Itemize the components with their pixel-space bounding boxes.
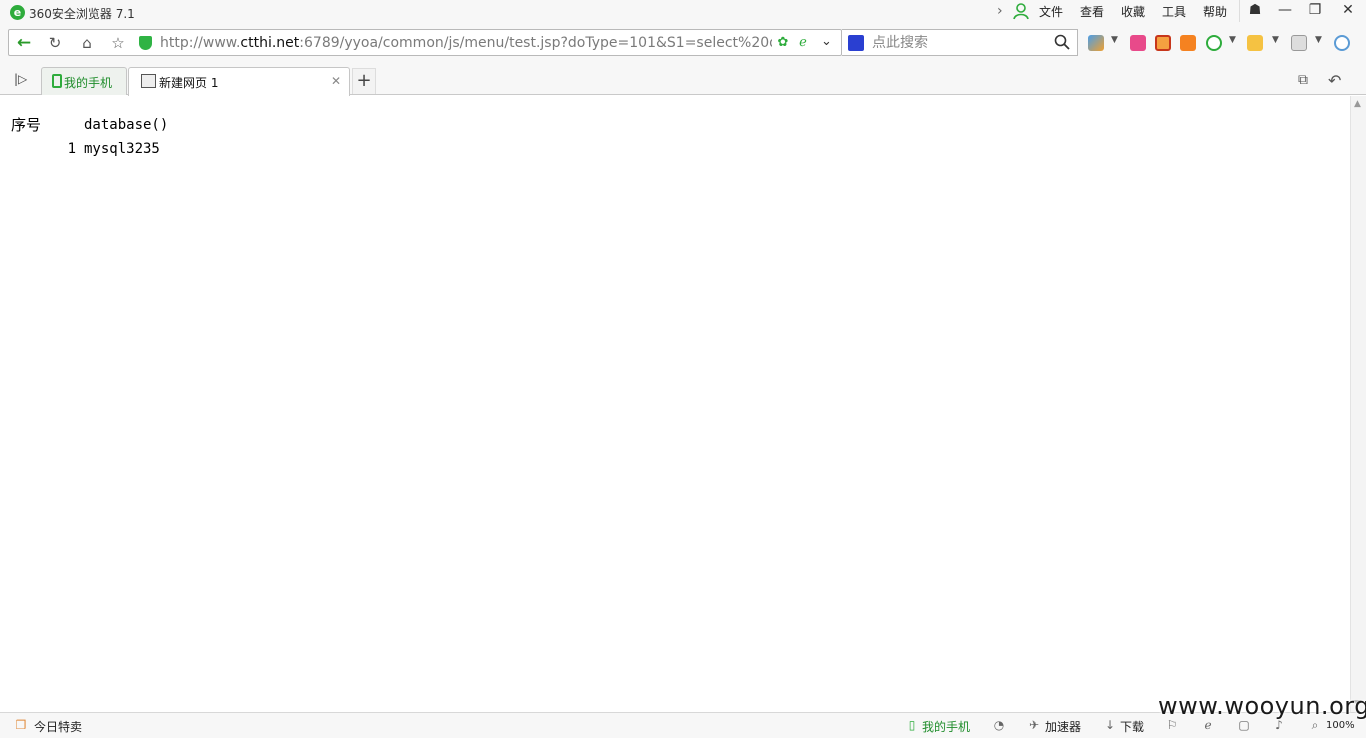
- download-arrow-icon[interactable]: ↓: [1103, 718, 1117, 732]
- tab-new-page[interactable]: 新建网页 1 ✕: [128, 67, 350, 96]
- gift-icon[interactable]: ❒: [14, 718, 28, 732]
- speedometer-icon[interactable]: ◔: [992, 718, 1006, 732]
- favorite-star-icon[interactable]: ☆: [107, 33, 129, 53]
- translate-icon[interactable]: [1155, 35, 1171, 51]
- page-content: 序号 database() 1 mysql3235: [0, 96, 1350, 712]
- refresh-icon[interactable]: ↻: [44, 33, 66, 53]
- rocket-icon[interactable]: ✈: [1027, 718, 1041, 732]
- url-prefix: http://www.: [160, 35, 241, 51]
- phone-icon[interactable]: ▯: [905, 718, 919, 732]
- menu-favorites[interactable]: 收藏: [1121, 3, 1145, 20]
- sidebar-toggle-icon[interactable]: |▷: [14, 72, 27, 86]
- phone-icon: [52, 74, 62, 88]
- table-cell-database: mysql3235: [84, 141, 160, 157]
- daily-deals-link[interactable]: 今日特卖: [34, 718, 82, 735]
- dropdown-chevron-icon[interactable]: ⌄: [821, 34, 841, 49]
- back-icon[interactable]: ←: [13, 33, 35, 53]
- dropdown-caret-icon[interactable]: ▼: [1272, 35, 1279, 45]
- url-path: :6789/yyoa/common/js/menu/test.jsp?doTyp…: [299, 35, 772, 51]
- window-controls: ☗ — ❐ ✕: [1239, 0, 1366, 22]
- tab-my-phone[interactable]: 我的手机: [41, 67, 127, 95]
- undo-close-tab-icon[interactable]: ↶: [1328, 71, 1341, 90]
- home-icon[interactable]: ⌂: [76, 33, 98, 53]
- browser-logo-icon: e: [10, 5, 25, 20]
- tab-list-icon[interactable]: ⧉: [1298, 72, 1308, 88]
- window-title: 360安全浏览器 7.1: [29, 7, 135, 21]
- close-tab-icon[interactable]: ✕: [331, 74, 341, 88]
- scroll-up-arrow-icon[interactable]: ▲: [1354, 99, 1361, 109]
- address-bar[interactable]: ← ↻ ⌂ ☆ http://www.ctthi.net:6789/yyoa/c…: [8, 29, 842, 56]
- user-account-icon[interactable]: [1013, 3, 1029, 20]
- my-phone-link[interactable]: 我的手机: [922, 718, 970, 735]
- menu-view[interactable]: 查看: [1080, 3, 1104, 20]
- webpage-icon: [141, 74, 156, 88]
- zoom-icon[interactable]: ⌕: [1308, 718, 1322, 732]
- ext-pink-icon[interactable]: [1130, 35, 1146, 51]
- zoom-search-icon[interactable]: [1334, 35, 1350, 51]
- app-grid-icon[interactable]: [1088, 35, 1104, 51]
- flag-icon[interactable]: ⚐: [1165, 718, 1179, 732]
- tab-label: 我的手机: [64, 76, 113, 90]
- dropdown-caret-icon[interactable]: ▼: [1315, 35, 1322, 45]
- table-cell-seq: 1: [67, 141, 76, 157]
- url-host: ctthi.net: [240, 35, 300, 51]
- download-link[interactable]: 下载: [1120, 718, 1144, 735]
- window-icon[interactable]: ▢: [1237, 718, 1251, 732]
- new-tab-button[interactable]: +: [352, 68, 376, 94]
- volume-icon[interactable]: ♪: [1272, 718, 1286, 732]
- search-box[interactable]: [842, 29, 1078, 56]
- baidu-paw-icon[interactable]: [848, 35, 864, 51]
- menu-tools[interactable]: 工具: [1162, 3, 1186, 20]
- menu-help[interactable]: 帮助: [1203, 3, 1227, 20]
- game-icon[interactable]: [1247, 35, 1263, 51]
- dropdown-caret-icon[interactable]: ▼: [1229, 35, 1236, 45]
- minimize-button[interactable]: —: [1270, 0, 1300, 22]
- watermark-text: www.wooyun.org: [1158, 692, 1366, 720]
- navigation-toolbar: ← ↻ ⌂ ☆ http://www.ctthi.net:6789/yyoa/c…: [0, 26, 1366, 60]
- dropdown-caret-icon[interactable]: ▼: [1111, 35, 1118, 45]
- url-text[interactable]: http://www.ctthi.net:6789/yyoa/common/js…: [160, 35, 772, 51]
- ie-icon[interactable]: ℯ: [1201, 718, 1215, 732]
- menu-file[interactable]: 文件: [1039, 3, 1063, 20]
- ie-compat-icon[interactable]: ℯ: [795, 35, 811, 51]
- column-header-seq: 序号: [11, 116, 42, 134]
- flight-icon[interactable]: [1180, 35, 1196, 51]
- tab-label: 新建网页 1: [159, 76, 219, 90]
- security-shield-icon[interactable]: [139, 36, 152, 50]
- table-row: 1 mysql3235: [7, 139, 172, 159]
- screenshot-icon[interactable]: [1291, 35, 1307, 51]
- finance-shield-icon[interactable]: [1206, 35, 1222, 51]
- skin-shirt-icon[interactable]: ☗: [1240, 0, 1270, 22]
- accelerator-link[interactable]: 加速器: [1045, 718, 1081, 735]
- close-button[interactable]: ✕: [1333, 0, 1363, 22]
- query-result-table: 序号 database() 1 mysql3235: [7, 112, 172, 159]
- tab-bar: |▷ 我的手机 新建网页 1 ✕ + ⧉ ↶: [0, 60, 1366, 96]
- chevron-right-icon[interactable]: ›: [997, 3, 1003, 19]
- search-icon[interactable]: [1053, 33, 1071, 51]
- table-header-row: 序号 database(): [7, 112, 172, 139]
- vertical-scrollbar[interactable]: ▲ ▼: [1350, 96, 1366, 712]
- maximize-button[interactable]: ❐: [1300, 0, 1330, 22]
- column-header-database: database(): [84, 116, 169, 133]
- reload-green-icon[interactable]: ✿: [775, 35, 791, 51]
- zoom-level[interactable]: 100%: [1326, 720, 1355, 731]
- title-bar: e 360安全浏览器 7.1 › 文件 查看 收藏 工具 帮助 ☗ — ❐ ✕: [0, 0, 1366, 26]
- search-input[interactable]: [872, 33, 1052, 53]
